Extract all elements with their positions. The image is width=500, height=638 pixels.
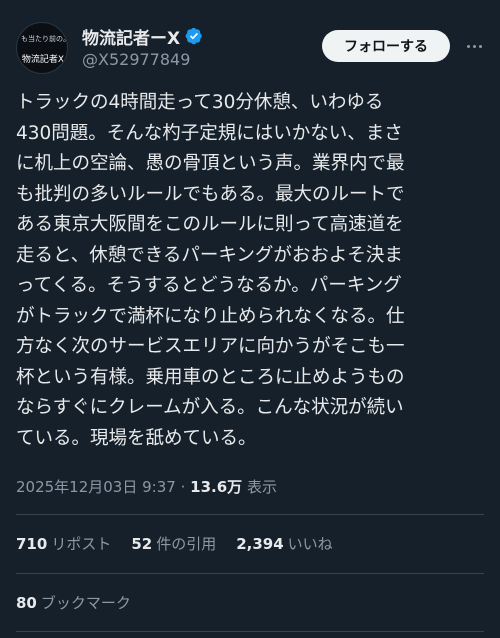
meta-separator: · xyxy=(180,478,186,496)
tweet-line: トラックの4時間走って30分休憩、いわゆる xyxy=(16,92,384,113)
divider xyxy=(16,631,484,632)
reposts-label: リポスト xyxy=(51,535,112,553)
tweet-line: がトラックで満杯になり止められなくなる。仕 xyxy=(16,305,405,327)
divider xyxy=(16,573,484,574)
tweet-line: 走ると、休憩できるパーキングがおおよそ決ま xyxy=(16,244,403,266)
author-handle[interactable]: @X52977849 xyxy=(82,50,190,69)
reposts-count: 710 xyxy=(16,535,48,553)
engagement-stats: 710 リポスト 52 件の引用 2,394 いいね xyxy=(16,533,333,554)
verified-badge-icon[interactable] xyxy=(185,27,203,45)
views-count: 13.6万 xyxy=(190,478,243,496)
tweet-timestamp[interactable]: 2025年12月03日 9:37 xyxy=(16,478,176,496)
tweet-line: ある東京大阪間をこのルールに則って高速道を xyxy=(16,214,404,235)
tweet-line: に机上の空論、愚の骨頂という声。業界内で最 xyxy=(16,153,405,174)
tweet-line: ならすぐにクレームが入る。こんな状況が続い xyxy=(16,397,404,418)
tweet-line: ってくる。そうするとどうなるか。パーキング xyxy=(16,275,402,296)
quotes-stat[interactable]: 52 件の引用 xyxy=(131,533,216,554)
tweet-line: ている。現場を舐めている。 xyxy=(16,427,257,449)
tweet-meta: 2025年12月03日 9:37 · 13.6万 表示 xyxy=(16,476,277,497)
bookmarks-count: 80 xyxy=(16,594,37,612)
avatar-text-top: も当たり前の。 xyxy=(21,35,68,43)
quotes-label: 件の引用 xyxy=(156,535,217,553)
divider xyxy=(16,514,484,515)
tweet-line: 方なく次のサービスエリアに向かうがそこも一 xyxy=(16,336,405,357)
tweet-line: 杯という有様。乗用車のところに止めようもの xyxy=(16,366,405,388)
bookmarks-stat[interactable]: 80 ブックマーク xyxy=(16,592,131,613)
views-label: 表示 xyxy=(246,478,277,496)
more-options-icon[interactable] xyxy=(464,37,484,55)
reposts-stat[interactable]: 710 リポスト xyxy=(16,533,111,554)
display-name[interactable]: 物流記者ーX xyxy=(82,24,180,49)
bookmarks-label: ブックマーク xyxy=(40,594,131,612)
follow-button[interactable]: フォローする xyxy=(322,30,450,62)
likes-stat[interactable]: 2,394 いいね xyxy=(236,533,332,554)
avatar-text-bottom: 物流記者X xyxy=(21,55,65,65)
tweet-line: 430問題。そんな杓子定規にはいかない、まさ xyxy=(16,122,403,144)
tweet-text: トラックの4時間走って30分休憩、いわゆる 430問題。そんな杓子定規にはいかな… xyxy=(16,88,490,454)
author-name-row: 物流記者ーX xyxy=(82,24,203,49)
likes-label: いいね xyxy=(287,535,333,553)
avatar[interactable]: も当たり前の。 物流記者X xyxy=(16,22,68,74)
likes-count: 2,394 xyxy=(236,535,284,553)
tweet-line: も批判の多いルールでもある。最大のルートで xyxy=(16,183,405,205)
quotes-count: 52 xyxy=(131,535,153,553)
